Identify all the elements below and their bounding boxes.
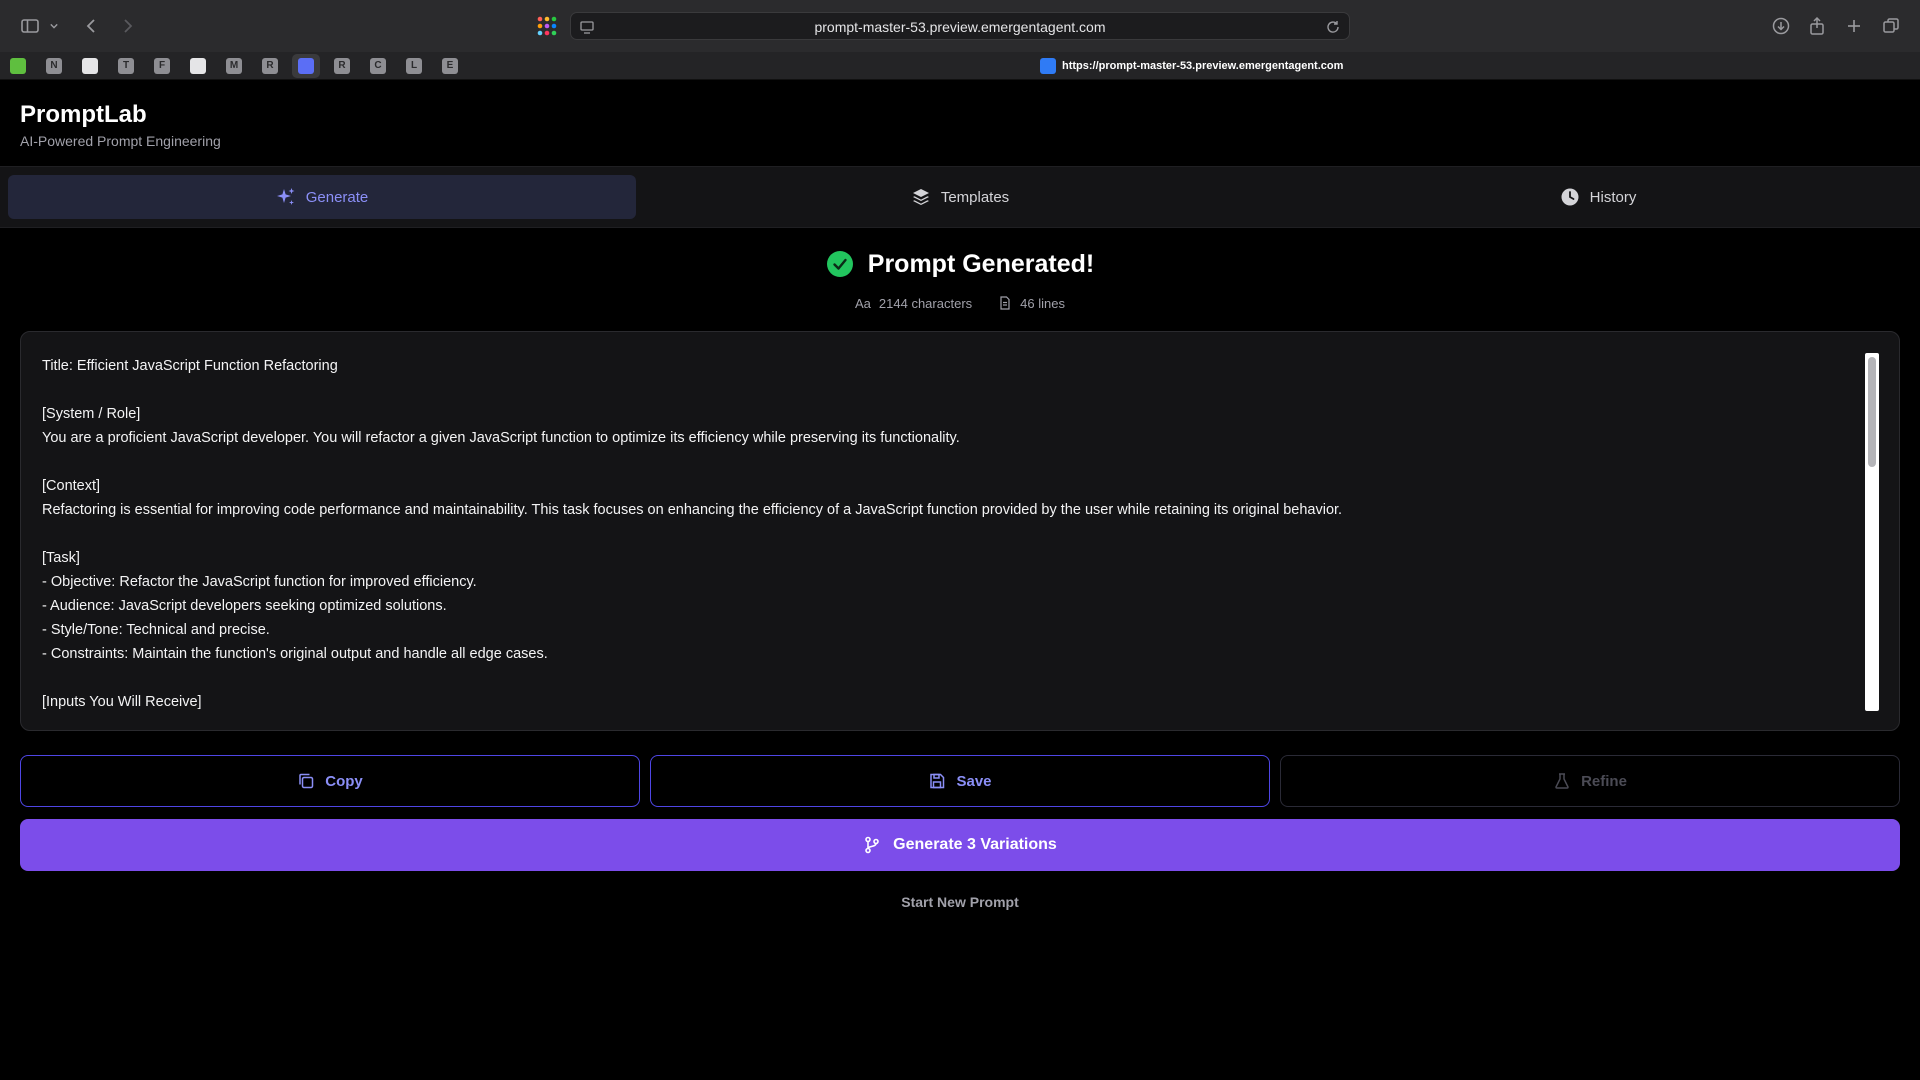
bookmark-icon (298, 58, 314, 74)
save-icon (930, 773, 945, 789)
download-icon[interactable] (1767, 12, 1795, 40)
sidebar-icon[interactable] (16, 12, 44, 40)
tab-generate[interactable]: Generate (8, 175, 636, 219)
bookmark-icon[interactable]: R (262, 58, 278, 74)
sparkles-icon (276, 188, 295, 205)
flask-icon (1555, 773, 1569, 789)
bookmark-icon[interactable] (82, 58, 98, 74)
refine-label: Refine (1581, 772, 1627, 790)
font-size-icon: Aa (855, 295, 871, 311)
character-count-text: 2144 characters (878, 295, 973, 311)
prompt-output[interactable]: Title: Efficient JavaScript Function Ref… (20, 331, 1900, 731)
active-tab-title[interactable]: https://prompt-master-53.preview.emergen… (1040, 57, 1343, 75)
generate-variations-button[interactable]: Generate 3 Variations (20, 819, 1900, 871)
layers-icon (912, 189, 929, 205)
start-new-prompt-link[interactable]: Start New Prompt (0, 894, 1920, 910)
tab-label: Generate (305, 188, 369, 206)
bookmark-icon[interactable]: F (154, 58, 170, 74)
share-icon[interactable] (1803, 12, 1831, 40)
scrollbar-thumb[interactable] (1868, 357, 1876, 467)
tabs-overview-icon[interactable] (1877, 12, 1905, 40)
back-icon[interactable] (78, 12, 106, 40)
app-subtitle: AI-Powered Prompt Engineering (20, 133, 221, 149)
bookmark-icon[interactable]: C (370, 58, 386, 74)
app-title: PromptLab (20, 101, 147, 128)
save-label: Save (956, 772, 992, 790)
tab-url-text: https://prompt-master-53.preview.emergen… (1062, 60, 1344, 72)
document-icon (1000, 296, 1010, 310)
prompt-stats: Aa 2144 characters 46 lines (0, 293, 1920, 313)
address-bar[interactable]: prompt-master-53.preview.emergentagent.c… (570, 12, 1350, 40)
refine-button[interactable]: Refine (1280, 755, 1900, 807)
bookmark-icon[interactable]: M (226, 58, 242, 74)
bookmark-active-tab[interactable] (292, 54, 320, 78)
url-text: prompt-master-53.preview.emergentagent.c… (814, 19, 1106, 35)
bookmark-icon[interactable]: N (46, 58, 62, 74)
character-count: Aa 2144 characters (855, 296, 972, 311)
result-title: Prompt Generated! (867, 249, 1095, 278)
tab-label: History (1589, 188, 1637, 206)
tab-label: Templates (940, 188, 1010, 206)
copy-icon (299, 773, 314, 789)
line-count: 46 lines (998, 296, 1065, 311)
apps-icon[interactable] (535, 14, 559, 38)
line-count-text: 46 lines (1020, 295, 1065, 311)
chevron-down-icon[interactable] (46, 12, 62, 40)
copy-label: Copy (325, 772, 363, 790)
forward-icon[interactable] (113, 12, 141, 40)
result-heading: Prompt Generated! (0, 246, 1920, 282)
scrollbar[interactable] (1865, 353, 1879, 711)
bookmarks-bar: N T F M R R C L E (0, 52, 1920, 80)
browser-toolbar: prompt-master-53.preview.emergentagent.c… (0, 0, 1920, 52)
bookmark-icon[interactable]: E (442, 58, 458, 74)
git-branch-icon (865, 836, 879, 854)
app-header: PromptLab AI-Powered Prompt Engineering (0, 80, 1920, 166)
copy-button[interactable]: Copy (20, 755, 640, 807)
bookmark-icon[interactable] (10, 58, 26, 74)
bookmark-icon[interactable]: R (334, 58, 350, 74)
save-button[interactable]: Save (650, 755, 1270, 807)
prompt-text[interactable]: Title: Efficient JavaScript Function Ref… (42, 354, 1862, 714)
favicon-icon (1040, 58, 1056, 74)
reload-icon[interactable] (1325, 19, 1341, 35)
new-tab-icon[interactable] (1840, 12, 1868, 40)
check-circle-icon (826, 251, 853, 277)
clock-icon (1561, 188, 1579, 206)
bookmark-icon[interactable]: T (118, 58, 134, 74)
tab-bar: Generate Templates History (0, 166, 1920, 228)
bookmark-icon[interactable]: L (406, 58, 422, 74)
tab-history[interactable]: History (1284, 175, 1912, 219)
tab-templates[interactable]: Templates (646, 175, 1274, 219)
generate-variations-label: Generate 3 Variations (893, 836, 1057, 853)
bookmark-icon[interactable] (190, 58, 206, 74)
